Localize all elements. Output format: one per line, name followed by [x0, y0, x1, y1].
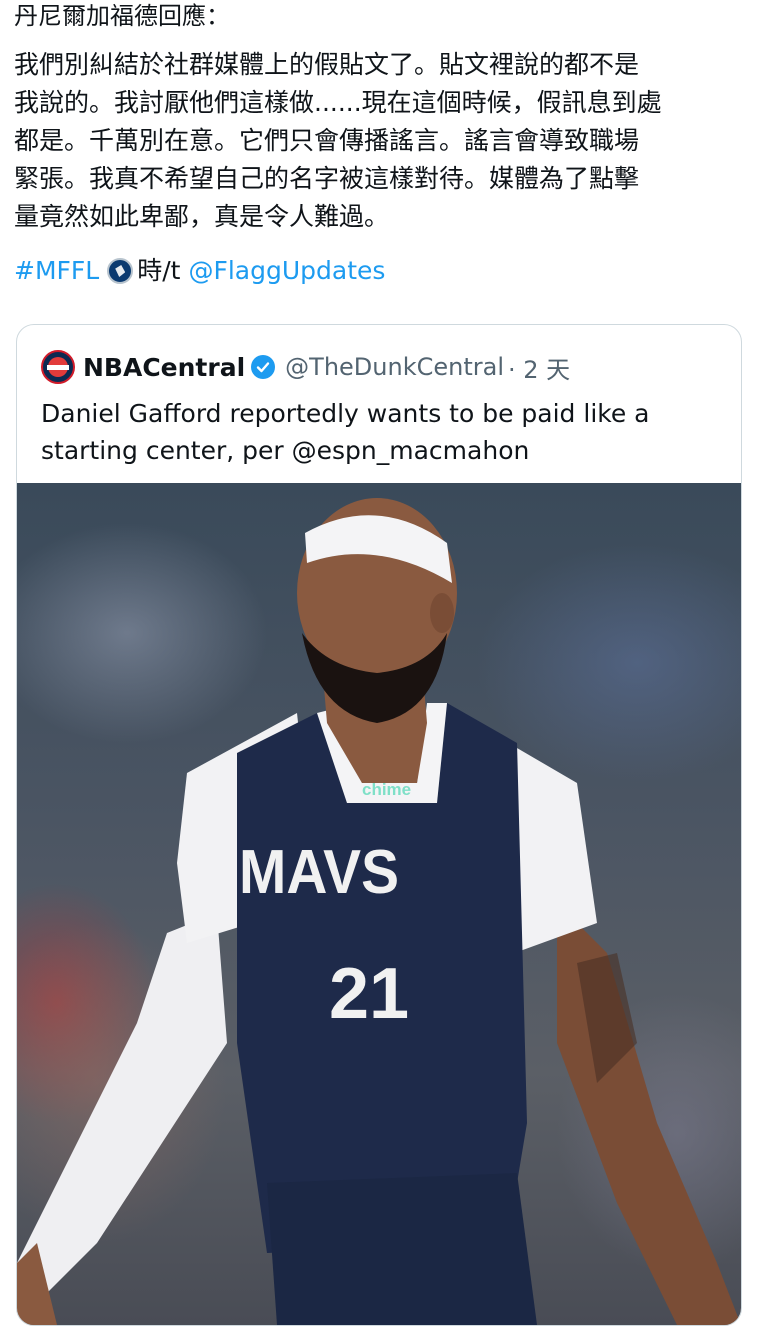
post-header: 丹尼爾加福德回應：: [14, 2, 230, 30]
verified-badge-icon: [251, 355, 276, 379]
hat-tip-text: 時/t: [137, 256, 181, 285]
quoted-author-handle[interactable]: @TheDunkCentral: [285, 353, 504, 381]
quoted-post-card[interactable]: NBACentral @TheDunkCentral · 2 天 Daniel …: [16, 324, 742, 1326]
mavs-logo-icon: [107, 258, 134, 284]
jersey-wordmark-text: MAVS: [239, 838, 399, 907]
mention-link[interactable]: @FlaggUpdates: [188, 254, 385, 288]
post-tag-line: #MFFL 時/t @FlaggUpdates: [14, 254, 385, 288]
jersey-sponsor-text: chime: [362, 780, 411, 799]
quoted-author-name[interactable]: NBACentral: [83, 353, 245, 382]
quoted-post-time[interactable]: · 2 天: [508, 350, 570, 385]
quoted-post-text: Daniel Gafford reportedly wants to be pa…: [41, 399, 650, 465]
jersey-number-text: 21: [329, 954, 409, 1034]
quoted-post-photo[interactable]: chime MAVS 21: [17, 483, 741, 1325]
avatar[interactable]: [41, 350, 75, 384]
hashtag-link[interactable]: #MFFL: [14, 254, 99, 288]
post-body-text: 我們別糾結於社群媒體上的假貼文了。貼文裡說的都不是 我說的。我討厭他們這樣做..…: [14, 50, 662, 231]
quoted-post-header: NBACentral @TheDunkCentral · 2 天: [41, 349, 570, 385]
player-photo-illustration: chime MAVS 21: [17, 498, 741, 1325]
